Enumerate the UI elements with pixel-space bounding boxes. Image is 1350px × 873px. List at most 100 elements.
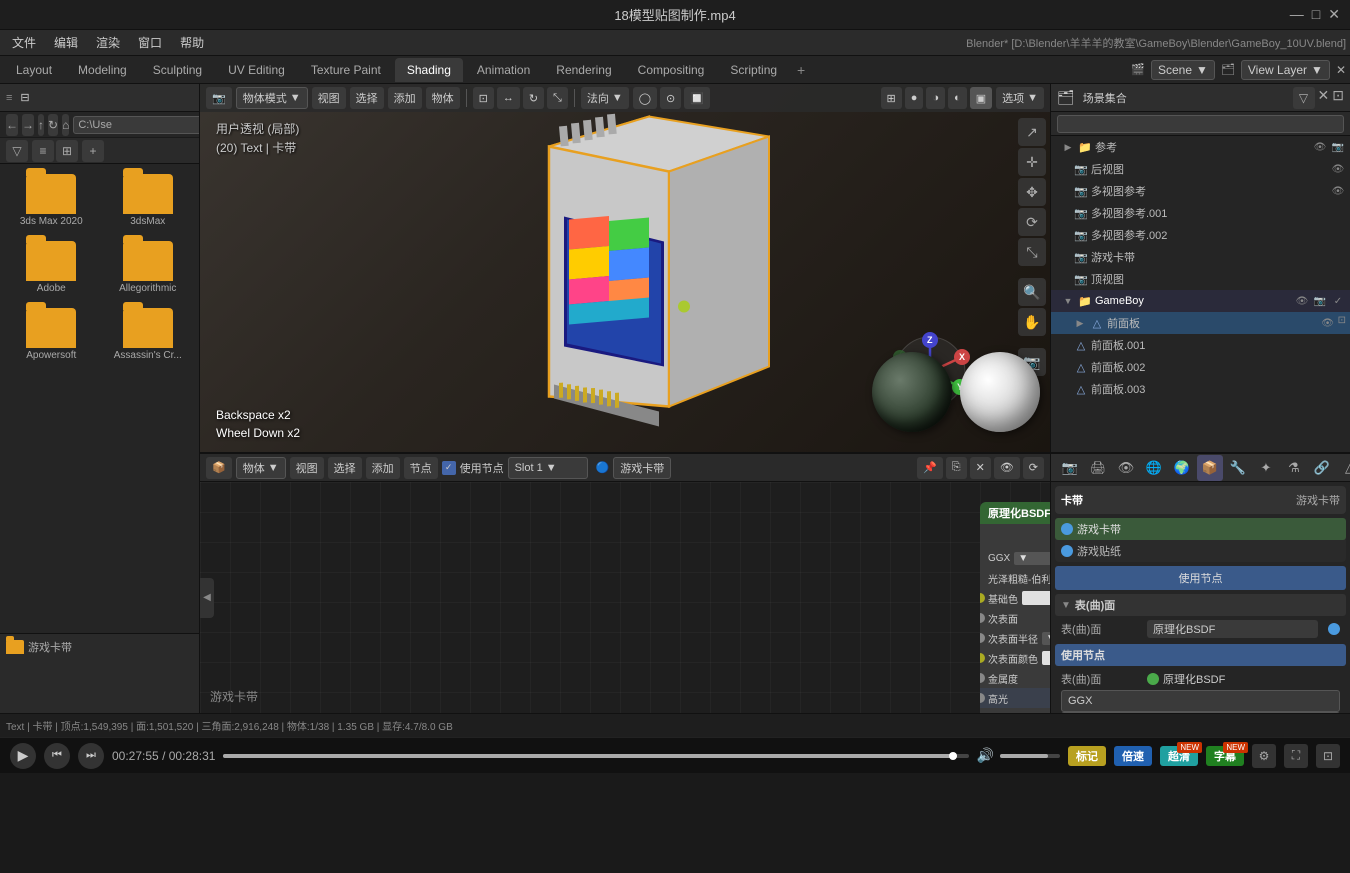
subsurface-radius-socket[interactable]	[980, 633, 985, 643]
filter-button[interactable]: ▽	[6, 140, 28, 162]
viewport-object-button[interactable]: 物体	[426, 87, 460, 109]
badge-speed[interactable]: 倍速	[1114, 746, 1152, 766]
viewport-add-button[interactable]: 添加	[388, 87, 422, 109]
outliner-close-button[interactable]: ✕	[1318, 87, 1330, 109]
material-slot-2[interactable]: 游戏贴纸	[1055, 540, 1346, 562]
material-dropdown[interactable]: 游戏卡带	[613, 457, 671, 479]
vis-icon-eye-fp[interactable]: 👁	[1320, 315, 1336, 331]
normal-direction-button[interactable]: 法向 ▼	[581, 87, 629, 109]
ggx-dropdown[interactable]: ▼	[1014, 552, 1050, 565]
scene-dropdown[interactable]: Scene ▼	[1151, 60, 1215, 80]
specular-socket[interactable]	[980, 693, 985, 703]
tree-item-front-panel-003[interactable]: △ 前面板.003	[1051, 378, 1350, 400]
tree-item-game-cartridge-img[interactable]: 📷 游戏卡带	[1051, 246, 1350, 268]
tree-item-top-view[interactable]: 📷 顶视图	[1051, 268, 1350, 290]
add-bookmark-button[interactable]: +	[82, 140, 104, 162]
snap-button[interactable]: 🔲	[684, 87, 710, 109]
volume-bar[interactable]	[1000, 754, 1060, 758]
node-view-button[interactable]: 视图	[290, 457, 324, 479]
proportional-edit-button[interactable]: ⊙	[660, 87, 681, 109]
select-mode-button[interactable]: ⊡	[473, 87, 494, 109]
menu-help[interactable]: 帮助	[172, 32, 212, 53]
tree-arrow-gameboy[interactable]: ▼	[1061, 294, 1075, 308]
rotate-tool[interactable]: ⟳	[1018, 208, 1046, 236]
close-button[interactable]: ✕	[1328, 6, 1340, 23]
tab-modeling[interactable]: Modeling	[66, 58, 139, 82]
metallic-socket[interactable]	[980, 673, 985, 683]
tree-arrow-fp[interactable]: ▶	[1073, 316, 1087, 330]
vis-icon-eye-multiref[interactable]: 👁	[1330, 183, 1346, 199]
prop-icon-scene[interactable]: 🌐	[1141, 455, 1167, 481]
vis-icon-eye[interactable]: 👁	[1312, 139, 1328, 155]
settings-button[interactable]: ⚙	[1252, 744, 1276, 768]
tree-item-ref-collection[interactable]: ▶ 📁 参考 👁 📷	[1051, 136, 1350, 158]
magnify-tool[interactable]: 🔍	[1018, 278, 1046, 306]
add-workspace-button[interactable]: +	[791, 60, 811, 80]
progress-bar[interactable]	[223, 754, 968, 758]
node-node-button[interactable]: 节点	[404, 457, 438, 479]
file-item-adobe[interactable]: Adobe	[6, 237, 97, 298]
nav-up-button[interactable]: ↑	[38, 114, 44, 136]
tab-rendering[interactable]: Rendering	[544, 58, 623, 82]
base-color-swatch[interactable]	[1022, 591, 1050, 605]
tree-item-multi-ref-001[interactable]: 📷 多视图参考.001	[1051, 202, 1350, 224]
outliner-settings-button[interactable]: ⊡	[1332, 87, 1344, 109]
tab-sculpting[interactable]: Sculpting	[141, 58, 214, 82]
play-button[interactable]: ▶	[10, 743, 36, 769]
tab-animation[interactable]: Animation	[465, 58, 542, 82]
node-select-button[interactable]: 选择	[328, 457, 362, 479]
node-copy-button[interactable]: ⎘	[946, 457, 967, 479]
tab-texture-paint[interactable]: Texture Paint	[299, 58, 393, 82]
slot-dropdown[interactable]: Slot 1 ▼	[508, 457, 588, 479]
prop-icon-world[interactable]: 🌍	[1169, 455, 1195, 481]
vis-icon-eye-gameboy[interactable]: 👁	[1294, 293, 1310, 309]
prop-icon-constraint[interactable]: 🔗	[1309, 455, 1335, 481]
outliner-filter-button[interactable]: ▽	[1293, 87, 1315, 109]
shading-eevee-button[interactable]: ▣	[970, 87, 992, 109]
material-slot-1[interactable]: 游戏卡带	[1055, 518, 1346, 540]
volume-icon[interactable]: 🔊	[977, 747, 994, 764]
shading-render-button[interactable]: ◐	[948, 87, 967, 109]
close-scene-button[interactable]: ✕	[1336, 63, 1346, 77]
node-editor-type-button[interactable]: 📦	[206, 457, 232, 479]
tab-layout[interactable]: Layout	[4, 58, 64, 82]
maximize-button[interactable]: □	[1312, 6, 1320, 23]
viewport-options-button[interactable]: 选项 ▼	[996, 87, 1044, 109]
menu-edit[interactable]: 编辑	[46, 32, 86, 53]
nav-refresh-button[interactable]: ↻	[48, 114, 58, 136]
overlay-button[interactable]: ⊞	[881, 87, 902, 109]
vis-icon-check-gameboy[interactable]: ✓	[1330, 293, 1346, 309]
tree-item-gameboy-collection[interactable]: ▼ 📁 GameBoy 👁 📷 ✓	[1051, 290, 1350, 312]
file-item-3dsmax[interactable]: 3dsMax	[103, 170, 194, 231]
menu-window[interactable]: 窗口	[130, 32, 170, 53]
viewlayer-dropdown[interactable]: View Layer ▼	[1241, 60, 1330, 80]
tab-uv-editing[interactable]: UV Editing	[216, 58, 297, 82]
viewport-display-button[interactable]: ◯	[633, 87, 657, 109]
vis-icon-render[interactable]: 📷	[1330, 139, 1346, 155]
node-preview-button[interactable]: 👁	[994, 457, 1020, 479]
move-tool-button[interactable]: ↔	[497, 87, 520, 109]
multiscatter-dropdown[interactable]: 克里斯坦森-伯利	[1061, 712, 1340, 713]
path-input[interactable]	[73, 116, 200, 134]
viewport-3d[interactable]: 📷 物体模式 ▼ 视图 选择 添加 物体 ⊡ ↔ ↻ ⤡	[200, 84, 1050, 454]
viewport-editor-type-button[interactable]: 📷	[206, 87, 232, 109]
outliner-search-input[interactable]	[1057, 115, 1344, 133]
tab-compositing[interactable]: Compositing	[626, 58, 717, 82]
pip-button[interactable]: ⊡	[1316, 744, 1340, 768]
use-nodes-checkbox[interactable]: ✓	[442, 461, 456, 475]
select-tool[interactable]: ↗	[1018, 118, 1046, 146]
bottom-folder-1[interactable]: 游戏卡带	[0, 634, 199, 660]
menu-file[interactable]: 文件	[4, 32, 44, 53]
prop-icon-view[interactable]: 👁	[1113, 455, 1139, 481]
prop-icon-physics[interactable]: ⚗	[1281, 455, 1307, 481]
fullscreen-button[interactable]: ⛶	[1284, 744, 1308, 768]
pan-tool[interactable]: ✋	[1018, 308, 1046, 336]
tree-item-multi-ref[interactable]: 📷 多视图参考 👁	[1051, 180, 1350, 202]
move-tool[interactable]: ✥	[1018, 178, 1046, 206]
use-nodes-section[interactable]: 使用节点	[1055, 644, 1346, 666]
tree-item-multi-ref-002[interactable]: 📷 多视图参考.002	[1051, 224, 1350, 246]
grid-view-button[interactable]: ⊞	[56, 140, 78, 162]
node-canvas[interactable]: 原理化BSDF BSDF GGX ▼ 光泽粗糙-伯利	[200, 482, 1050, 713]
nav-forward-button[interactable]: →	[22, 114, 34, 136]
prop-icon-render[interactable]: 📷	[1057, 455, 1083, 481]
